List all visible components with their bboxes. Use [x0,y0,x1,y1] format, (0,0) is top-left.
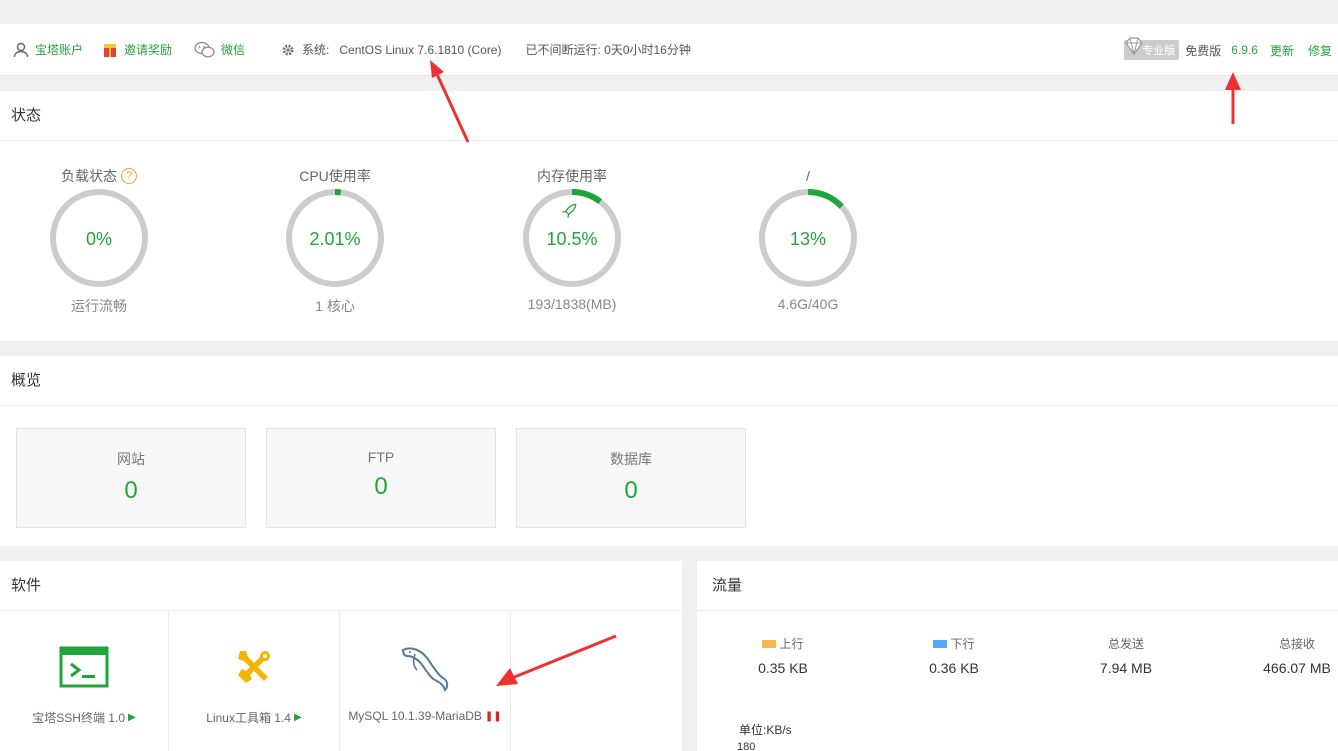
card-value: 0 [624,477,638,504]
pro-label: 专业版 [1142,45,1176,57]
update-link[interactable]: 更新 [1270,42,1294,59]
gauge-2[interactable]: 内存使用率 10.5% 193/1838(MB) [492,166,652,312]
up-value: 0.35 KB [758,660,808,676]
down-label: 下行 [950,637,975,651]
uptime: 已不间断运行: 0天0小时16分钟 [525,41,690,58]
gauge-label: CPU使用率 [299,168,371,184]
traffic-up: 上行 0.35 KB [723,635,843,676]
overview-card-websites[interactable]: 网站 0 [16,428,246,528]
software-item-ssh[interactable]: 宝塔SSH终端 1.0 ▶ [0,611,169,751]
card-value: 0 [124,477,138,504]
software-item-linux-tools[interactable]: Linux工具箱 1.4 ▶ [169,611,340,751]
up-label: 上行 [779,637,804,651]
gauge-sub: 1 核心 [315,298,355,314]
annotation-arrow-version [1225,72,1241,124]
gauge-value: 2.01% [309,229,360,249]
card-title: 网站 [117,451,145,467]
gauge-value: 13% [790,229,826,249]
gauge-sub: 4.6G/40G [777,296,839,312]
play-icon[interactable]: ▶ [294,712,302,723]
status-title: 状态 [0,91,1338,141]
card-title: FTP [367,449,395,465]
mysql-dolphin-icon [401,647,449,692]
wechat-link[interactable]: 微信 [194,41,245,59]
free-label: 免费版 [1185,43,1222,58]
overview-panel: 概览 网站 0 FTP 0 数据库 0 [0,356,1338,546]
total-sent-label: 总发送 [1107,637,1144,651]
software-name: MySQL 10.1.39-MariaDB [348,709,482,723]
gauge-value: 10.5% [546,229,597,249]
system-label: 系统: [302,43,330,57]
wechat-icon [194,41,216,59]
traffic-axis-tick: 180 [737,741,756,751]
system-info: 系统: CentOS Linux 7.6.1810 (Core) [279,41,501,59]
account-label: 宝塔账户 [35,43,84,57]
total-recv-value: 466.07 MB [1263,660,1331,676]
gauge-ring: 2.01% [286,189,384,287]
invite-link[interactable]: 邀请奖励 [101,41,172,59]
overview-card-database[interactable]: 数据库 0 [516,428,746,528]
gauge-sub: 运行流畅 [71,298,127,314]
down-value: 0.36 KB [929,660,979,676]
traffic-total-sent: 总发送 7.94 MB [1066,635,1186,676]
gauge-0[interactable]: 负载状态? 0% 运行流畅 [19,166,179,316]
gauge-label: / [806,168,810,184]
version-number: 6.9.6 [1231,43,1258,57]
pause-icon[interactable]: ❚❚ [485,711,502,722]
rocket-icon [562,203,577,218]
card-title: 数据库 [610,451,652,467]
overview-card-ftp[interactable]: FTP 0 [266,428,496,528]
down-color-swatch [933,639,948,648]
uptime-text: 已不间断运行: 0天0小时16分钟 [525,43,691,57]
software-name: Linux工具箱 1.4 [206,711,291,725]
total-sent-value: 7.94 MB [1099,660,1153,676]
account-link[interactable]: 宝塔账户 [12,41,83,59]
tools-icon [238,651,270,683]
software-title: 软件 [0,561,682,611]
gift-icon [101,41,119,59]
terminal-icon [59,646,109,688]
gauge-label: 内存使用率 [537,168,607,184]
gear-icon [279,41,297,59]
gauge-3[interactable]: / 13% 4.6G/40G [728,166,888,312]
traffic-down: 下行 0.36 KB [894,635,1014,676]
repair-link[interactable]: 修复 [1308,42,1332,59]
overview-title: 概览 [0,356,1338,406]
invite-label: 邀请奖励 [124,43,173,57]
traffic-unit: 单位:KB/s [739,723,792,737]
help-icon[interactable]: ? [121,168,137,184]
diamond-icon [1124,37,1144,58]
traffic-panel: 流量 上行 0.35 KB 下行 0.36 KB 总发送 7.94 MB 总接收… [697,561,1338,751]
user-icon [12,41,30,59]
version-area: 专业版 免费版 6.9.6 更新 修复 [1124,24,1338,76]
card-value: 0 [374,473,388,500]
gauge-ring: 13% [759,189,857,287]
total-recv-label: 总接收 [1278,637,1315,651]
traffic-total-recv: 总接收 466.07 MB [1237,635,1338,676]
pro-badge[interactable]: 专业版 [1124,37,1180,60]
annotation-arrow-system [430,60,470,143]
status-panel: 状态 负载状态? 0% 运行流畅 CPU使用率 2.01% 1 核心 内存使用率 10.5% 1… [0,91,1338,341]
gauge-value: 0% [86,229,112,249]
system-value: CentOS Linux 7.6.1810 (Core) [339,42,502,57]
gauge-ring: 0% [50,189,148,287]
gauge-1[interactable]: CPU使用率 2.01% 1 核心 [255,166,415,316]
software-item-mysql[interactable]: MySQL 10.1.39-MariaDB ❚❚ [340,611,511,751]
gauge-label: 负载状态 [61,168,117,184]
play-icon[interactable]: ▶ [128,712,136,723]
up-color-swatch [762,639,777,648]
wechat-label: 微信 [221,43,246,57]
software-name: 宝塔SSH终端 1.0 [32,711,125,725]
gauge-sub: 193/1838(MB) [527,296,617,312]
gauge-ring: 10.5% [523,189,621,287]
top-bar: 宝塔账户 邀请奖励 微信 系统: CentOS Linux 7.6.1810 (… [0,24,1338,76]
annotation-arrow-mysql [496,634,617,686]
traffic-title: 流量 [697,561,1338,611]
